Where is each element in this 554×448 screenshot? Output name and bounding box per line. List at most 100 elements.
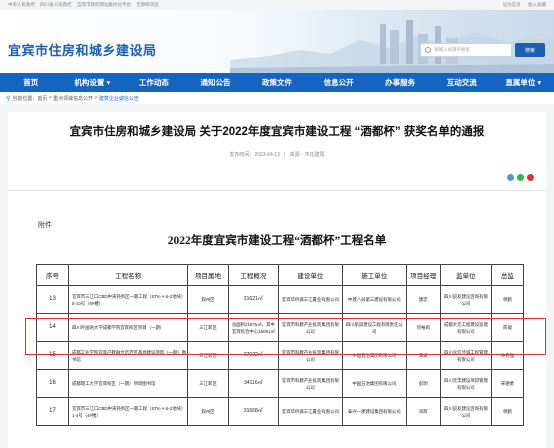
cell-area: 叙州区 xyxy=(187,285,229,314)
cell-builder: 宜宾市科教产业投资集团有限公司 xyxy=(277,341,343,370)
weibo-icon[interactable] xyxy=(527,174,534,181)
cell-scale: 27022㎡ xyxy=(227,341,279,370)
cell-scale: 31668㎡ xyxy=(227,397,279,426)
cell-project: 成都工业学院宜宾产教融合示范区基地建设项目（一期）图书馆 xyxy=(67,341,189,370)
cell-no: 17 xyxy=(36,397,69,426)
col-header-manager: 项目经理 xyxy=(405,264,441,286)
col-header-project: 工程名称 xyxy=(67,264,189,286)
table-row: 16 成都理工大学宜宾校区（一期）项目图书馆 三江新区 34116㎡ 宜宾市科教… xyxy=(36,369,525,398)
article-panel: 宜宾市住房和城乡建设局 关于2022年度宜宾市建设工程 “酒都杯” 获奖名单的通… xyxy=(8,112,546,448)
table-row: 15 成都工业学院宜宾产教融合示范区基地建设项目（一期）图书馆 三江新区 270… xyxy=(36,341,525,370)
cell-supervisor: 四川良友建设咨询有限公司 xyxy=(439,397,492,426)
nav-work-news[interactable]: 工作动态 xyxy=(123,73,185,92)
breadcrumb: ⚲ 当前位置： 首页 > 重点领域信息公开 > 建筑企业诚信公告 xyxy=(0,92,554,104)
col-header-builder: 建设单位 xyxy=(277,264,343,286)
search-placeholder: 请输入关键字搜索 xyxy=(434,47,470,52)
set-homepage-link[interactable]: 设为首页 xyxy=(503,2,521,7)
cell-project: 宜宾市三江口CBD中央商务区一期工程（STK-A-5-2地块）1-4号（4#楼） xyxy=(67,397,189,426)
article-meta: 发布时间：2023-04-13 | 来源：市住建局 xyxy=(229,152,325,158)
add-favorite-link[interactable]: 加入收藏 xyxy=(528,2,546,7)
cell-manager: 彭明 xyxy=(405,369,441,398)
nav-services[interactable]: 办事服务 xyxy=(369,73,431,92)
attachment-label: 附件 xyxy=(38,222,52,229)
cell-scale: 21621㎡ xyxy=(227,285,279,314)
col-header-scale: 工程概况 xyxy=(227,264,279,286)
nav-subordinate-units[interactable]: 直属单位 ▾ xyxy=(493,73,554,92)
search-input[interactable]: 请输入关键字搜索 xyxy=(420,43,512,57)
publish-date: 发布时间：2023-04-13 xyxy=(229,152,280,158)
top-link[interactable]: 中央人民政府 xyxy=(8,2,35,7)
location-pin-icon: ⚲ xyxy=(6,95,11,102)
cell-supervisor: 成都大元工程建设监理有限公司 xyxy=(439,313,492,342)
cell-chief: 杨鹤 xyxy=(490,397,525,426)
nav-disclosure[interactable]: 信息公开 xyxy=(308,73,370,92)
site-header: 宜宾市住房和城乡建设局 请输入关键字搜索 搜索 xyxy=(0,10,554,73)
cell-no: 16 xyxy=(36,369,69,398)
table-row: 17 宜宾市三江口CBD中央商务区一期工程（STK-A-5-2地块）1-4号（4… xyxy=(36,397,525,426)
divider xyxy=(8,190,546,191)
table-row: 13 宜宾市三江口CBD中央商务区一期工程（STK-A-5-2地块）5-10号（… xyxy=(36,285,525,314)
cell-no: 13 xyxy=(36,285,69,314)
top-links: 中央人民政府 四川省人民政府 宜宾市政府网站集约化平台 无障碍浏览 xyxy=(8,2,163,8)
cell-project: 四川外国语大学成都学院宜宾校区项目（一期） xyxy=(67,313,189,342)
breadcrumb-label: 当前位置： xyxy=(12,95,38,102)
top-links-bar: 中央人民政府 四川省人民政府 宜宾市政府网站集约化平台 无障碍浏览 设为首页 加… xyxy=(0,0,554,10)
nav-notices[interactable]: 通知公告 xyxy=(185,73,247,92)
cell-contractor: 中建八局第三建设有限公司 xyxy=(341,285,407,314)
cell-contractor: 中国五冶集团有限公司 xyxy=(341,369,407,398)
nav-interaction[interactable]: 互动交流 xyxy=(431,73,493,92)
cell-manager: 唐忠 xyxy=(405,285,441,314)
share-icon[interactable] xyxy=(507,174,514,181)
top-link[interactable]: 宜宾市政府网站集约化平台 xyxy=(77,2,131,7)
top-link[interactable]: 无障碍浏览 xyxy=(136,2,159,7)
col-header-supervisor: 监单位 xyxy=(439,264,492,286)
col-header-contractor: 施工单位 xyxy=(341,264,407,286)
top-link[interactable]: 四川省人民政府 xyxy=(40,2,72,7)
cell-no: 14 xyxy=(36,313,69,342)
cell-builder: 宜宾市科教产业投资集团有限公司 xyxy=(277,369,343,398)
cell-chief: 钟先强 xyxy=(490,341,525,370)
nav-organization[interactable]: 机构设置 ▾ xyxy=(62,73,124,92)
cell-project: 成都理工大学宜宾校区（一期）项目图书馆 xyxy=(67,369,189,398)
nav-policy[interactable]: 政策文件 xyxy=(246,73,308,92)
col-header-area: 项目属地 xyxy=(187,264,229,286)
cell-project: 宜宾市三江口CBD中央商务区一期工程（STK-A-5-2地块）5-10号（6#楼… xyxy=(67,285,189,314)
cell-chief: 杨鹤 xyxy=(490,285,525,314)
share-buttons xyxy=(507,174,534,181)
breadcrumb-section[interactable]: 重点领域信息公开 xyxy=(53,95,93,102)
cell-builder: 宜宾市科教产业投资集团有限公司 xyxy=(277,313,343,342)
search-icon xyxy=(425,47,431,53)
col-header-no: 序号 xyxy=(36,264,69,286)
cell-builder: 宜宾华侨城三江置业有限公司 xyxy=(277,397,343,426)
article-source: 来源：市住建局 xyxy=(289,152,325,158)
cell-scale: 34116㎡ xyxy=(227,369,279,398)
search-button[interactable]: 搜索 xyxy=(515,43,545,57)
cell-manager: 何裕莉 xyxy=(405,313,441,342)
cell-supervisor: 四川良友建设咨询有限公司 xyxy=(439,285,492,314)
cell-contractor: 四川航岗建设工程有限责任公司 xyxy=(341,313,407,342)
cell-no: 15 xyxy=(36,341,69,370)
cell-area: 叙州区 xyxy=(187,397,229,426)
cell-scale: 总面积21875㎡，其中宜宾综合中心15081㎡ xyxy=(227,313,279,342)
cell-chief: 陈钺 xyxy=(490,313,525,342)
nav-home[interactable]: 首页 xyxy=(0,73,62,92)
table-row-highlighted: 14 四川外国语大学成都学院宜宾校区项目（一期） 三江新区 总面积21875㎡，… xyxy=(36,313,525,342)
cell-contractor: 泰兴一建建设集团有限公司 xyxy=(341,397,407,426)
cell-area: 三江新区 xyxy=(187,369,229,398)
cell-area: 三江新区 xyxy=(187,341,229,370)
document-title: 2022年度宜宾市建设工程“酒都杯”工程名单 xyxy=(167,235,387,247)
article-title: 宜宾市住房和城乡建设局 关于2022年度宜宾市建设工程 “酒都杯” 获奖名单的通… xyxy=(69,126,485,138)
site-title[interactable]: 宜宾市住房和城乡建设局 xyxy=(8,40,157,59)
cell-builder: 宜宾华侨城三江置业有限公司 xyxy=(277,285,343,314)
wechat-icon[interactable] xyxy=(517,174,524,181)
cell-manager: 邓辉 xyxy=(405,397,441,426)
award-table: 序号 工程名称 项目属地 工程概况 建设单位 施工单位 项目经理 监单位 总监 … xyxy=(36,264,525,426)
main-nav: 首页 机构设置 ▾ 工作动态 通知公告 政策文件 信息公开 办事服务 互动交流 … xyxy=(0,73,554,92)
city-skyline-banner xyxy=(230,20,554,73)
breadcrumb-current[interactable]: 建筑企业诚信公告 xyxy=(99,95,139,102)
breadcrumb-home[interactable]: 首页 xyxy=(37,95,47,102)
cell-contractor: 中国五冶集团有限公司 xyxy=(341,341,407,370)
table-header-row: 序号 工程名称 项目属地 工程概况 建设单位 施工单位 项目经理 监单位 总监 xyxy=(36,264,525,286)
cell-supervisor: 四川众信佳诚工程管理有限公司 xyxy=(439,341,492,370)
cell-chief: 宋德勇 xyxy=(490,369,525,398)
